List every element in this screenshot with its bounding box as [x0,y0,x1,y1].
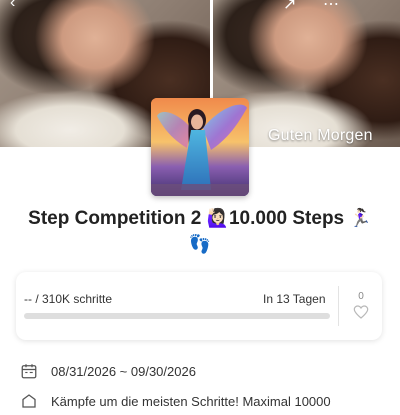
more-icon[interactable]: ⋯ [323,0,339,14]
event-description: Kämpfe um die meisten Schritte! Maximal … [51,393,331,409]
days-remaining-label: In 13 Tagen [263,292,326,306]
share-icon[interactable]: ↗ [283,0,296,14]
back-icon[interactable]: ‹ [10,0,15,12]
woman-raising-hand-emoji: 🙋🏻‍♀️ [206,208,229,229]
progress-card: -- / 310K schritte In 13 Tagen 0 [16,272,382,340]
date-row: 08/31/2026 ~ 09/30/2026 [20,361,196,381]
description-row: Kämpfe um die meisten Schritte! Maximal … [20,391,331,411]
card-separator [338,286,339,326]
description-icon [20,392,38,410]
progress-bar [24,313,330,319]
event-title-part1: Step Competition 2 [28,208,207,229]
date-range: 08/31/2026 ~ 09/30/2026 [51,363,196,379]
woman-running-emoji: 🏃🏻‍♀️ [349,208,372,229]
footprints-emoji: 👣 [188,234,212,255]
event-title: Step Competition 2 🙋🏻‍♀️10.000 Steps 🏃🏻‍… [10,206,390,258]
like-count: 0 [358,291,364,302]
heart-icon[interactable] [353,304,369,320]
calendar-icon [20,362,38,380]
progress-label: -- / 310K schritte [24,292,113,306]
event-title-part2: 10.000 Steps [228,208,350,229]
event-avatar [151,98,249,196]
hero-overlay-text: Guten Morgen [268,127,373,144]
